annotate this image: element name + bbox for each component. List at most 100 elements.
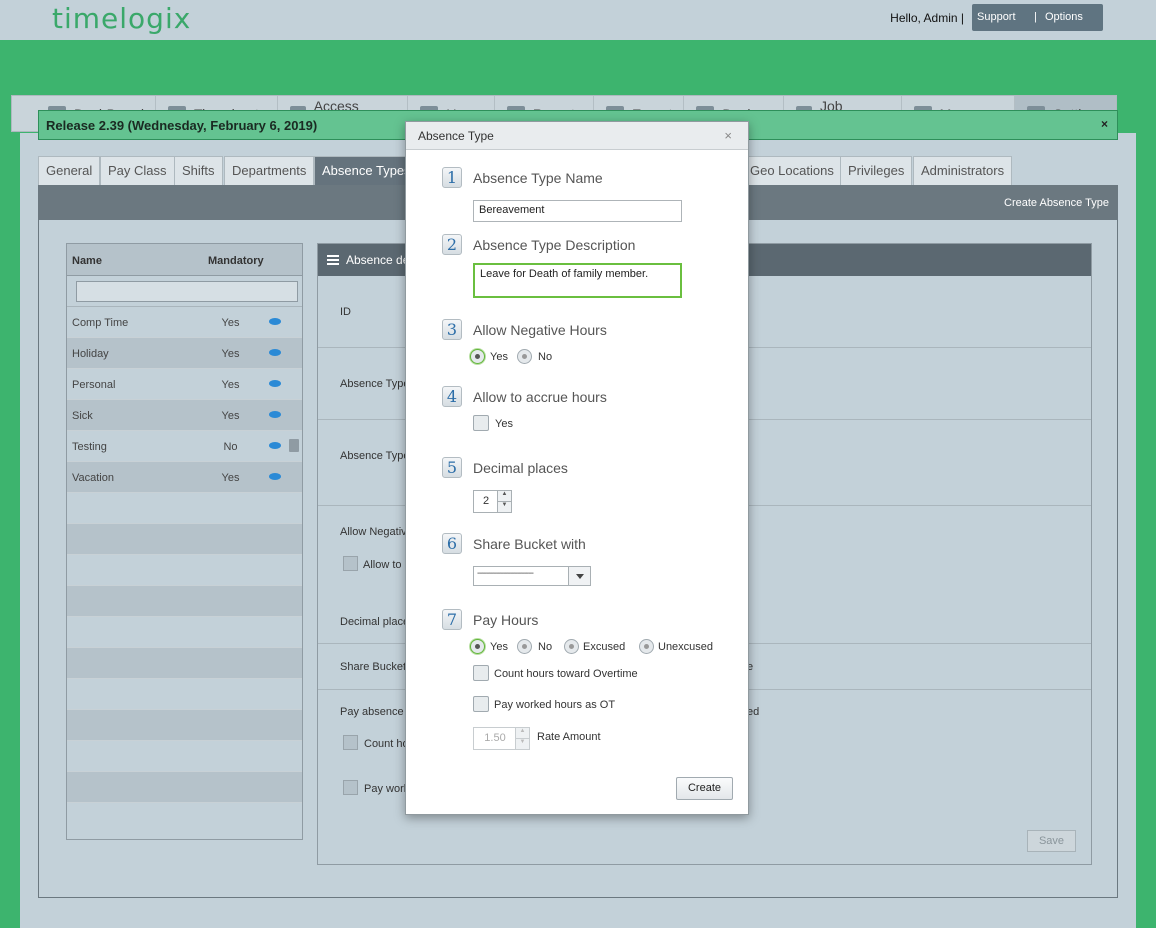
tab-departments[interactable]: Departments: [224, 156, 315, 186]
dialog-title: Absence Type: [418, 129, 494, 143]
eye-icon[interactable]: [269, 411, 281, 418]
pay-yes-radio[interactable]: [470, 639, 485, 654]
list-item[interactable]: Testing No: [67, 431, 302, 462]
save-button[interactable]: Save: [1027, 830, 1076, 852]
absence-type-description-input[interactable]: Leave for Death of family member.: [473, 263, 682, 298]
tab-pay-class[interactable]: Pay Class: [100, 156, 175, 186]
pay-worked-label: Pay work: [364, 783, 410, 795]
pay-hours-label: Pay Hours: [473, 612, 539, 628]
decimal-label: Decimal place: [340, 616, 410, 628]
create-absence-type-link[interactable]: Create Absence Type: [1004, 197, 1109, 209]
increment-icon[interactable]: ▲: [498, 491, 511, 502]
pay-no-radio[interactable]: [517, 639, 532, 654]
step-6-badge: 6: [442, 533, 462, 554]
step-1-badge: 1: [442, 167, 462, 188]
item-name: Personal: [72, 379, 116, 391]
filter-input[interactable]: [76, 281, 298, 302]
options-link[interactable]: Options: [1045, 11, 1083, 23]
eye-icon[interactable]: [269, 380, 281, 387]
link-separator: |: [1034, 11, 1037, 23]
pay-worked-checkbox[interactable]: [343, 780, 358, 795]
share-bucket-label: Share Bucket with: [473, 536, 586, 552]
negative-no-label: No: [538, 351, 553, 363]
list-icon: [327, 255, 339, 265]
negative-no-radio[interactable]: [517, 349, 532, 364]
item-name: Sick: [72, 410, 93, 422]
top-links: Support | Options: [972, 4, 1103, 31]
tab-geo-locations[interactable]: Geo Locations: [742, 156, 842, 186]
eye-icon[interactable]: [269, 442, 281, 449]
item-mandatory: Yes: [221, 410, 240, 422]
pay-no-label: No: [538, 641, 553, 653]
rate-amount-stepper[interactable]: 1.50 ▲ ▼: [473, 727, 530, 750]
list-item[interactable]: Comp Time Yes: [67, 307, 302, 338]
step-3-badge: 3: [442, 319, 462, 340]
allow-accrue-checkbox[interactable]: [343, 556, 358, 571]
tab-general[interactable]: General: [38, 156, 101, 186]
allow-negative-label: Allow Negativ: [340, 526, 407, 538]
column-name[interactable]: Name: [72, 255, 102, 267]
tab-shifts[interactable]: Shifts: [174, 156, 223, 186]
accrue-yes-checkbox[interactable]: [473, 415, 489, 431]
list-header: Name Mandatory: [67, 244, 302, 276]
release-text: Release 2.39 (Wednesday, February 6, 201…: [46, 118, 318, 133]
support-link[interactable]: Support: [977, 11, 1016, 23]
tab-administrators[interactable]: Administrators: [913, 156, 1013, 186]
absence-type-dialog: Absence Type × 1 Absence Type Name Berea…: [405, 121, 749, 815]
pay-as-ot-checkbox[interactable]: [473, 696, 489, 712]
eye-icon[interactable]: [269, 318, 281, 325]
absence-type-list: Name Mandatory Comp Time Yes Holiday Yes…: [66, 243, 303, 840]
type-desc-label: Absence Type: [340, 450, 410, 462]
count-overtime-label: Count ho: [364, 738, 409, 750]
close-icon[interactable]: ×: [724, 128, 732, 143]
id-label: ID: [340, 306, 351, 318]
detail-title: Absence de: [346, 253, 410, 267]
close-icon[interactable]: ×: [1101, 117, 1108, 131]
column-mandatory[interactable]: Mandatory: [208, 255, 264, 267]
create-button[interactable]: Create: [676, 777, 733, 800]
list-item[interactable]: Holiday Yes: [67, 338, 302, 369]
count-overtime-checkbox[interactable]: [343, 735, 358, 750]
chevron-down-icon: [568, 567, 590, 585]
dialog-title-bar: Absence Type ×: [406, 122, 748, 150]
trash-icon[interactable]: [289, 439, 299, 452]
allow-negative-hours-label: Allow Negative Hours: [473, 322, 607, 338]
absence-type-name-input[interactable]: Bereavement: [473, 200, 682, 222]
decrement-icon[interactable]: ▼: [516, 738, 529, 749]
allow-accrue-label: Allow to accrue hours: [473, 389, 607, 405]
item-name: Comp Time: [72, 317, 129, 329]
empty-row: [67, 617, 302, 648]
count-overtime-checkbox[interactable]: [473, 665, 489, 681]
empty-row: [67, 772, 302, 803]
absence-type-name-label: Absence Type Name: [473, 170, 603, 186]
stepper-buttons: ▲ ▼: [515, 728, 529, 749]
greeting: Hello, Admin |: [890, 11, 964, 25]
decimal-places-label: Decimal places: [473, 460, 568, 476]
pay-unexcused-radio[interactable]: [639, 639, 654, 654]
tab-privileges[interactable]: Privileges: [840, 156, 913, 186]
logo: timelogix: [52, 2, 192, 35]
list-item[interactable]: Personal Yes: [67, 369, 302, 400]
rate-value: 1.50: [484, 732, 506, 744]
eye-icon[interactable]: [269, 349, 281, 356]
empty-row: [67, 524, 302, 555]
step-7-badge: 7: [442, 609, 462, 630]
decrement-icon[interactable]: ▼: [498, 501, 511, 512]
empty-row: [67, 493, 302, 524]
step-2-badge: 2: [442, 234, 462, 255]
list-item[interactable]: Vacation Yes: [67, 462, 302, 493]
list-item[interactable]: Sick Yes: [67, 400, 302, 431]
pay-excused-radio[interactable]: [564, 639, 579, 654]
decimal-places-stepper[interactable]: 2 ▲ ▼: [473, 490, 512, 513]
increment-icon[interactable]: ▲: [516, 728, 529, 739]
pay-excused-label: Excused: [583, 641, 626, 653]
top-bar: timelogix Hello, Admin | Support | Optio…: [0, 0, 1156, 40]
pay-absence-label: Pay absence: [340, 706, 404, 718]
empty-row: [67, 555, 302, 586]
tab-absence-types[interactable]: Absence Types: [314, 156, 408, 186]
pay-unexcused-label: Unexcused: [658, 641, 714, 653]
pay-as-ot-label: Pay worked hours as OT: [494, 699, 616, 711]
negative-yes-radio[interactable]: [470, 349, 485, 364]
eye-icon[interactable]: [269, 473, 281, 480]
share-bucket-select[interactable]: ------------------------: [473, 566, 591, 586]
